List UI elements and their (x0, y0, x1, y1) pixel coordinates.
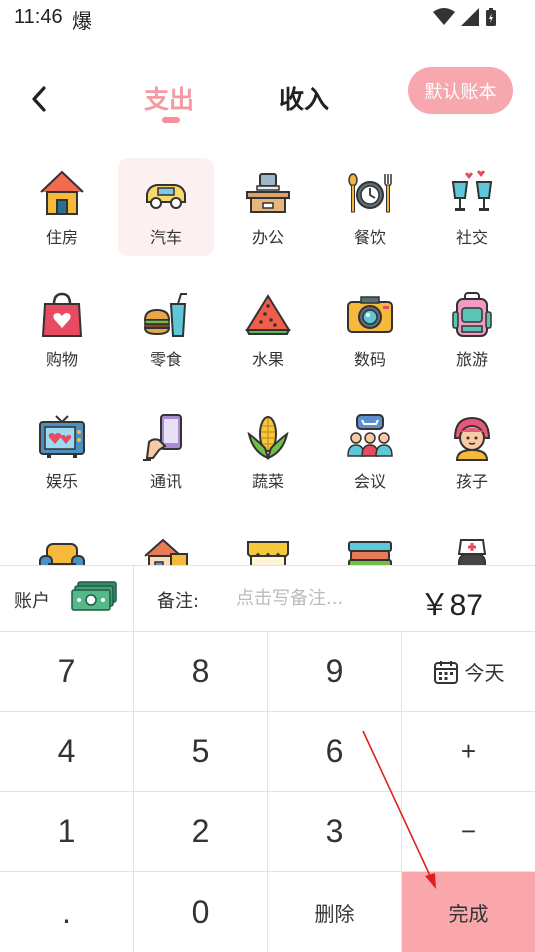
status-notification-glyph: 爆 (72, 9, 92, 33)
status-bar: 11:46 爆 (0, 0, 535, 38)
cash-icon (71, 581, 117, 611)
category-label: 蔬菜 (251, 472, 284, 491)
status-icons (433, 7, 497, 27)
category-fruit[interactable]: 水果 (220, 280, 316, 378)
child-icon (453, 416, 491, 461)
note-input[interactable] (236, 584, 381, 612)
category-partial-2[interactable] (118, 524, 214, 568)
phone-hand-icon (143, 414, 182, 461)
category-partial-3[interactable] (220, 524, 316, 568)
category-dining[interactable]: 餐饮 (322, 158, 418, 256)
account-label: 账户 (14, 591, 50, 612)
signal-icon (461, 8, 479, 26)
wifi-icon (433, 8, 455, 25)
category-label: 孩子 (455, 472, 488, 491)
category-label: 办公 (251, 228, 284, 247)
category-children[interactable]: 孩子 (424, 402, 520, 500)
tab-active-indicator (162, 117, 180, 123)
backpack-icon (452, 292, 492, 337)
category-label: 旅游 (455, 350, 488, 369)
category-label: 购物 (45, 350, 78, 369)
category-shopping[interactable]: 购物 (14, 280, 110, 378)
category-partial-4[interactable] (322, 524, 418, 568)
category-meeting[interactable]: 会议 (322, 402, 418, 500)
default-book-button[interactable]: 默认账本 (408, 67, 513, 114)
key-6[interactable]: 6 (268, 712, 402, 792)
back-chevron-icon (32, 86, 46, 112)
category-label: 数码 (353, 350, 386, 369)
key-done[interactable]: 完成 (402, 872, 535, 952)
champagne-glasses-icon (451, 170, 493, 211)
category-label: 社交 (455, 228, 488, 247)
category-social[interactable]: 社交 (424, 158, 520, 256)
desk-computer-icon (246, 173, 290, 213)
key-delete[interactable]: 删除 (268, 872, 402, 952)
category-entertainment[interactable]: 娱乐 (14, 402, 110, 500)
camera-icon (347, 296, 393, 333)
store-house-icon (144, 538, 188, 568)
category-partial-5[interactable] (424, 524, 520, 568)
battery-icon (486, 8, 496, 26)
today-label: 今天 (464, 661, 505, 685)
tab-expense[interactable]: 支出 (144, 80, 194, 116)
category-grid: 住房 汽车 办公 餐饮 社交 购物 零食 水果 数码 旅游 娱乐 通讯 蔬菜 会… (12, 158, 524, 568)
books-icon (348, 541, 392, 568)
category-label: 住房 (45, 228, 78, 247)
category-label: 通讯 (149, 472, 182, 491)
category-label: 零食 (149, 350, 182, 369)
key-dot[interactable]: . (0, 872, 134, 952)
category-label: 会议 (353, 472, 386, 491)
key-4[interactable]: 4 (0, 712, 134, 792)
entry-panel: 账户 备注: ￥87 7 8 9 今天 4 5 6 + 1 2 3 (0, 565, 535, 952)
house-icon (40, 170, 84, 215)
category-partial-1[interactable] (14, 524, 110, 568)
key-8[interactable]: 8 (134, 632, 268, 712)
key-3[interactable]: 3 (268, 792, 402, 872)
shopping-bag-icon (41, 292, 83, 337)
category-digital[interactable]: 数码 (322, 280, 418, 378)
key-1[interactable]: 1 (0, 792, 134, 872)
category-label: 汽车 (149, 228, 182, 247)
account-selector[interactable]: 账户 (0, 566, 134, 631)
category-office[interactable]: 办公 (220, 158, 316, 256)
tab-income[interactable]: 收入 (279, 80, 329, 116)
note-label: 备注: (157, 591, 200, 612)
entry-info-row: 账户 备注: ￥87 (0, 566, 535, 632)
nurse-icon (457, 539, 487, 568)
category-vegetables[interactable]: 蔬菜 (220, 402, 316, 500)
category-label: 餐饮 (353, 228, 386, 247)
sofa-icon (39, 543, 85, 568)
watermelon-icon (245, 294, 291, 335)
meeting-icon (347, 414, 393, 457)
car-icon (146, 184, 186, 209)
status-time: 11:46 (14, 6, 63, 28)
category-communication[interactable]: 通讯 (118, 402, 214, 500)
key-0[interactable]: 0 (134, 872, 268, 952)
key-plus[interactable]: + (402, 712, 535, 792)
key-today[interactable]: 今天 (402, 632, 535, 712)
category-car[interactable]: 汽车 (118, 158, 214, 256)
category-snacks[interactable]: 零食 (118, 280, 214, 378)
dining-plate-icon (348, 173, 392, 213)
tv-icon (39, 415, 85, 458)
back-button[interactable] (24, 84, 54, 114)
number-keypad: 7 8 9 今天 4 5 6 + 1 2 3 − . 0 删除 完成 (0, 632, 535, 952)
corn-icon (247, 416, 289, 460)
category-travel[interactable]: 旅游 (424, 280, 520, 378)
category-label: 水果 (251, 350, 284, 369)
shop-awning-icon (247, 541, 289, 568)
calendar-icon (433, 659, 459, 685)
key-5[interactable]: 5 (134, 712, 268, 792)
key-9[interactable]: 9 (268, 632, 402, 712)
category-label: 娱乐 (45, 472, 78, 491)
burger-drink-icon (143, 293, 187, 337)
key-minus[interactable]: − (402, 792, 535, 872)
category-housing[interactable]: 住房 (14, 158, 110, 256)
key-2[interactable]: 2 (134, 792, 268, 872)
key-7[interactable]: 7 (0, 632, 134, 712)
amount-display: ￥87 (419, 589, 483, 622)
